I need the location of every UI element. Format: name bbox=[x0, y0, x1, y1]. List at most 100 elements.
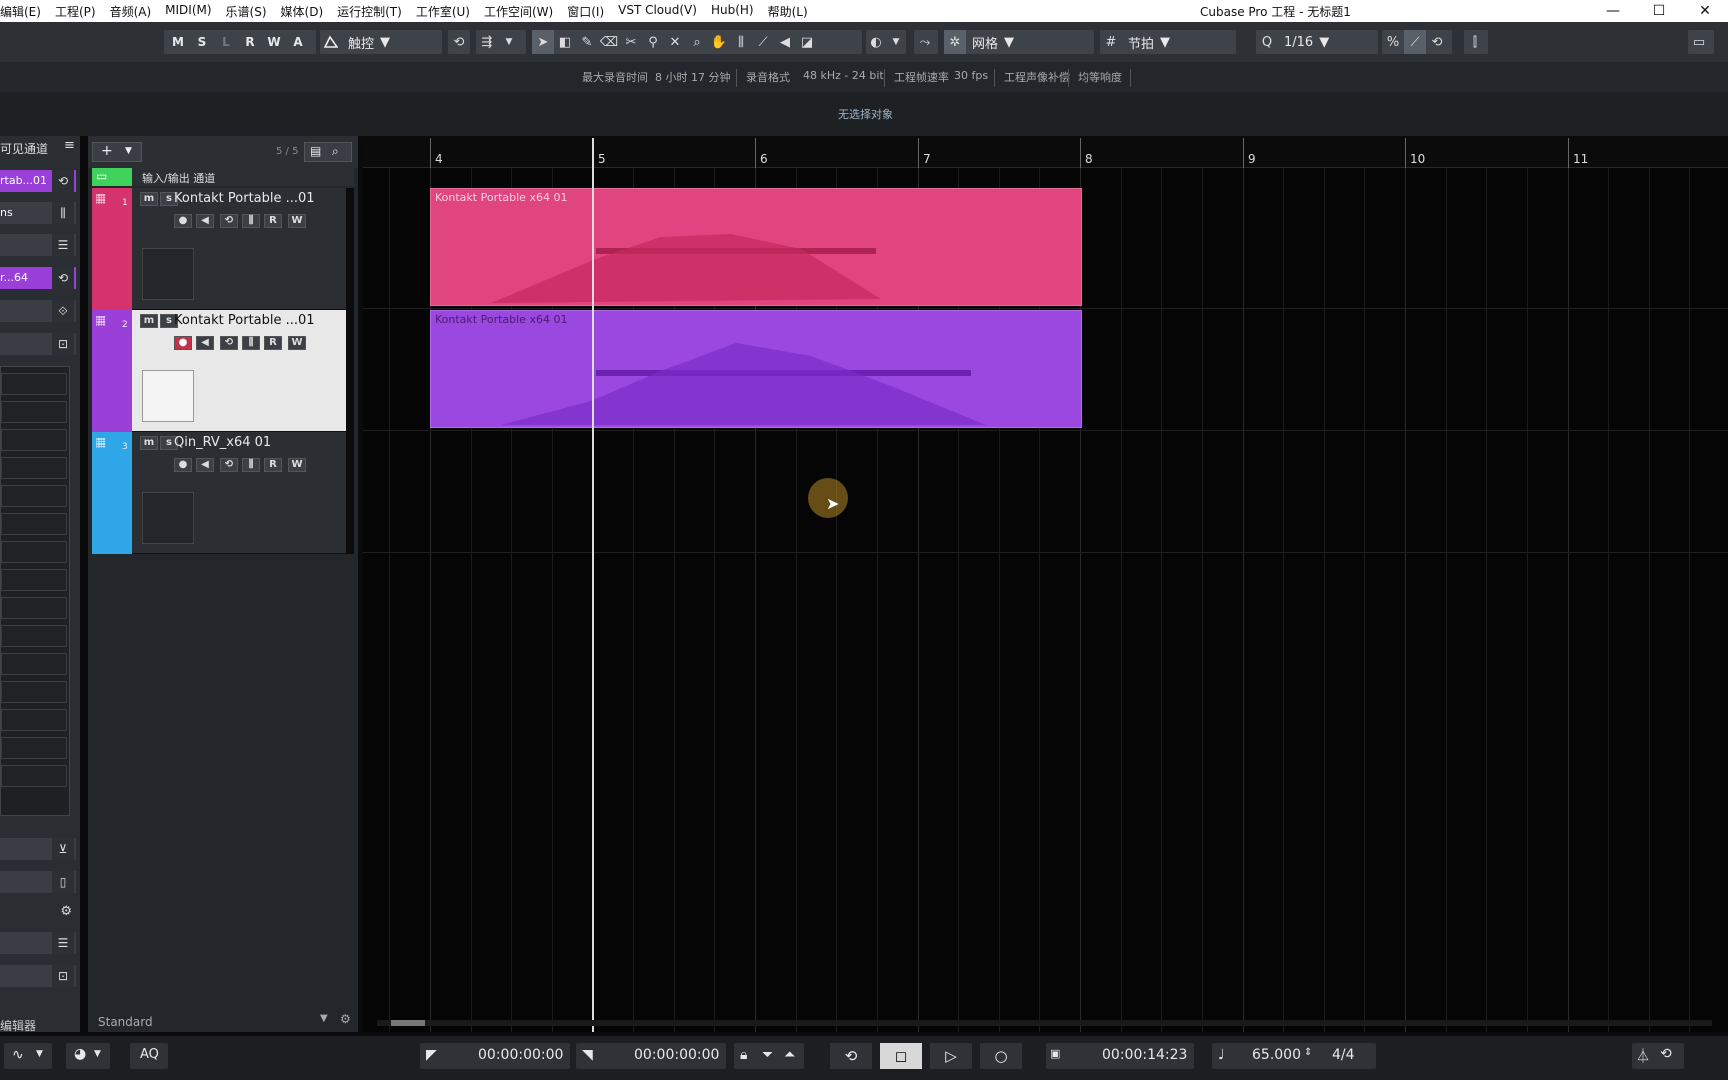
snap-type-dropdown[interactable]: ✲ 网格 ▼ bbox=[944, 30, 1094, 54]
range-tool-icon[interactable]: ◧ bbox=[554, 30, 576, 54]
track-name[interactable]: Kontakt Portable ...01 bbox=[174, 191, 315, 206]
quantize-apply-icon[interactable]: ⟋ bbox=[1404, 30, 1426, 54]
insert-slot[interactable] bbox=[1, 513, 67, 535]
mute-button[interactable]: m bbox=[140, 192, 158, 206]
mute-tool-icon[interactable]: ✕ bbox=[664, 30, 686, 54]
menu-media[interactable]: 媒体(D) bbox=[281, 3, 324, 20]
automation-state-button[interactable]: A bbox=[288, 30, 308, 54]
insert-slot[interactable] bbox=[1, 457, 67, 479]
insert-slot[interactable] bbox=[1, 653, 67, 675]
midi-part-1[interactable]: Kontakt Portable x64 01 bbox=[430, 188, 1082, 306]
gear-icon[interactable]: ⚙ bbox=[340, 1012, 351, 1026]
inspector-instrument-row[interactable]: r...64 ⟲ bbox=[0, 267, 76, 289]
write-state-button[interactable]: W bbox=[264, 30, 284, 54]
settings-icon[interactable]: ☰ bbox=[52, 234, 74, 256]
monitor-button[interactable]: ◀ bbox=[196, 458, 214, 472]
solo-state-button[interactable]: S bbox=[192, 30, 212, 54]
insert-slot[interactable] bbox=[1, 373, 67, 395]
tracklist-tools[interactable]: ▤ ⌕ bbox=[304, 142, 352, 162]
instrument-button[interactable]: ⫼ bbox=[242, 458, 260, 472]
quick-controls-icon[interactable]: ⊡ bbox=[52, 965, 74, 987]
list-icon[interactable]: ▤ bbox=[310, 144, 321, 158]
visibility-header[interactable]: 可见通道 bbox=[0, 140, 48, 157]
erase-tool-icon[interactable]: ⌫ bbox=[598, 30, 620, 54]
menu-vst-cloud[interactable]: VST Cloud(V) bbox=[618, 3, 697, 20]
insert-slot[interactable] bbox=[1, 597, 67, 619]
mute-button[interactable]: m bbox=[140, 436, 158, 450]
draw-tool-icon[interactable]: ✎ bbox=[576, 30, 598, 54]
menu-score[interactable]: 乐谱(S) bbox=[226, 3, 267, 20]
menu-window[interactable]: 窗口(I) bbox=[567, 3, 604, 20]
quantize-dropdown[interactable]: Q 1/16 ▼ bbox=[1256, 30, 1378, 54]
menu-project[interactable]: 工程(P) bbox=[55, 3, 96, 20]
play-tool-icon[interactable]: ◀ bbox=[774, 30, 796, 54]
mute-state-button[interactable]: M bbox=[168, 30, 188, 54]
record-format-value[interactable]: 48 kHz - 24 bit bbox=[803, 69, 884, 82]
record-button[interactable]: ○ bbox=[980, 1043, 1022, 1069]
tempo-stepper-icon[interactable]: ⇕ bbox=[1304, 1047, 1312, 1058]
record-enable-button[interactable]: ● bbox=[174, 458, 192, 472]
aq-button[interactable]: AQ bbox=[130, 1043, 168, 1069]
insert-slot[interactable] bbox=[1, 765, 67, 787]
write-automation-button[interactable]: W bbox=[288, 336, 306, 350]
click-settings-icon[interactable]: ⟲ bbox=[1660, 1046, 1672, 1062]
insert-slot[interactable] bbox=[1, 401, 67, 423]
read-state-button[interactable]: R bbox=[240, 30, 260, 54]
menu-workspaces[interactable]: 工作空间(W) bbox=[484, 3, 553, 20]
track-2[interactable]: 𝄜 2 m s Kontakt Portable ...01 ● ◀ ⟲ ⫼ R… bbox=[92, 310, 354, 432]
read-automation-button[interactable]: R bbox=[264, 458, 282, 472]
inspector-section-row[interactable]: ⊻ bbox=[0, 838, 76, 860]
close-button[interactable]: ✕ bbox=[1682, 0, 1728, 22]
automation-mode-dropdown[interactable]: 触控 ▼ bbox=[320, 30, 442, 54]
inspector-settings-row[interactable]: ☰ bbox=[0, 234, 76, 256]
menu-hub[interactable]: Hub(H) bbox=[711, 3, 754, 20]
maximize-button[interactable]: ☐ bbox=[1636, 0, 1682, 22]
color-tool-icon[interactable]: ◪ bbox=[796, 30, 818, 54]
chevron-down-icon[interactable]: ▼ bbox=[320, 1013, 328, 1024]
line-tool-icon[interactable]: ⟋ bbox=[752, 30, 774, 54]
channel-icon[interactable]: ⊡ bbox=[52, 333, 74, 355]
routing-icon[interactable]: ⟐ bbox=[52, 300, 74, 322]
zoom-tool-icon[interactable]: ⌕ bbox=[686, 30, 708, 54]
insert-slot[interactable] bbox=[1, 737, 67, 759]
read-automation-button[interactable]: R bbox=[264, 214, 282, 228]
insert-slot[interactable] bbox=[1, 485, 67, 507]
instrument-button[interactable]: ⫼ bbox=[242, 336, 260, 350]
menu-transport[interactable]: 运行控制(T) bbox=[337, 3, 402, 20]
edit-instrument-button[interactable]: ⟲ bbox=[220, 336, 238, 350]
record-enable-button[interactable]: ● bbox=[174, 336, 192, 350]
right-locator[interactable]: ◥ 00:00:00:00 bbox=[576, 1043, 726, 1069]
search-icon[interactable]: ⌕ bbox=[332, 144, 339, 159]
io-folder-track[interactable]: ▭ 输入/输出 通道 bbox=[92, 168, 354, 186]
menu-studio[interactable]: 工作室(U) bbox=[416, 3, 470, 20]
ruler[interactable]: 4 5 6 7 8 9 10 11 bbox=[363, 138, 1728, 168]
select-tool-icon[interactable]: ➤ bbox=[532, 30, 554, 54]
insert-slot[interactable] bbox=[1, 541, 67, 563]
event-display[interactable]: 4 5 6 7 8 9 10 11 Kontakt Portable x64 01 Konta… bbox=[363, 138, 1728, 1032]
insert-slot[interactable] bbox=[1, 569, 67, 591]
comp-tool-icon[interactable]: ⫼ bbox=[730, 30, 752, 54]
editor-tab-label[interactable]: 编辑器 bbox=[0, 1017, 36, 1034]
menu-audio[interactable]: 音频(A) bbox=[110, 3, 152, 20]
insert-slot[interactable] bbox=[1, 709, 67, 731]
edit-icon[interactable]: ⟲ bbox=[52, 170, 74, 192]
quantize-reset-icon[interactable]: ⟲ bbox=[1426, 30, 1448, 54]
track-1[interactable]: 𝄜 1 m s Kontakt Portable ...01 ● ◀ ⟲ ⫼ R… bbox=[92, 188, 354, 310]
inspector-section-row[interactable]: ▯ bbox=[0, 871, 76, 893]
record-enable-button[interactable]: ● bbox=[174, 214, 192, 228]
visibility-zone-label[interactable]: Standard bbox=[98, 1015, 153, 1029]
position-display[interactable]: ▣ 00:00:14:23 bbox=[1046, 1043, 1194, 1069]
automation-panel-button[interactable]: ⟲ bbox=[448, 30, 470, 54]
edit-instrument-button[interactable]: ⟲ bbox=[220, 214, 238, 228]
inspector-track-name[interactable]: rtab...01 ⟲ bbox=[0, 170, 76, 192]
frame-rate-value[interactable]: 30 fps bbox=[954, 69, 988, 82]
mute-button[interactable]: m bbox=[140, 314, 158, 328]
device-icon[interactable]: ▯ bbox=[52, 871, 74, 893]
glue-tool-icon[interactable]: ⚲ bbox=[642, 30, 664, 54]
punch-out-icon[interactable]: ⏶ bbox=[784, 1047, 795, 1063]
monitor-icon[interactable]: ⊻ bbox=[52, 838, 74, 860]
layout-button[interactable]: ▭ bbox=[1688, 30, 1714, 54]
split-tool-icon[interactable]: ✂ bbox=[620, 30, 642, 54]
menu-midi[interactable]: MIDI(M) bbox=[165, 3, 211, 20]
inspector-section-row[interactable]: ⊡ bbox=[0, 965, 76, 987]
